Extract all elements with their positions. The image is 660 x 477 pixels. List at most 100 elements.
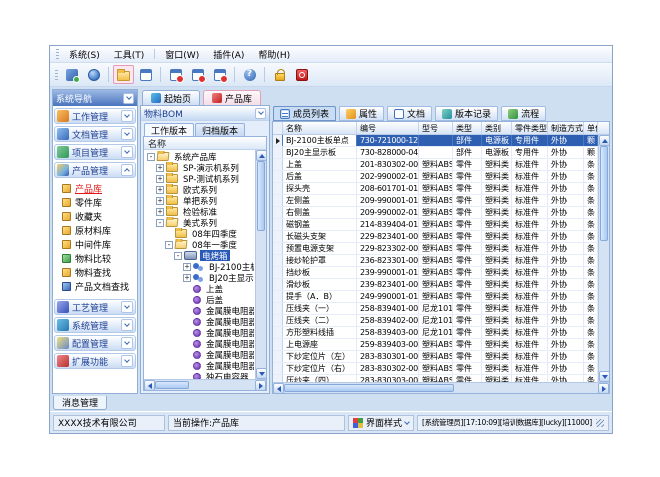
table-row[interactable]: 磁钢盖214-839404-01X塑料ABS零件塑料类标准件外协条 [273,219,598,231]
table-cell[interactable]: 条 [584,303,598,314]
table-cell[interactable]: 塑料类 [482,255,512,266]
message-tab[interactable]: 消息管理 [53,396,107,410]
table-cell[interactable]: 条 [584,219,598,230]
table-cell[interactable]: 条 [584,279,598,290]
tree-item[interactable]: + SP-测试机系列 [145,173,254,184]
table-cell[interactable]: 标准件 [512,351,548,362]
tree-column-header[interactable]: 名称 [144,137,266,150]
tree-expander[interactable]: + [183,263,191,271]
table-cell[interactable]: 209-990002-01X [357,207,419,218]
table-cell[interactable]: 塑料ABS [419,207,453,218]
table-row[interactable]: 长磁头支架229-823401-00X塑料ABS零件塑料类标准件外协条 [273,231,598,243]
table-cell[interactable]: 条 [584,231,598,242]
tree-item[interactable]: - 系统产品库 [145,151,254,162]
detail-tab[interactable]: 版本记录 [435,106,498,121]
toolbar-button-lock-icon[interactable] [269,65,290,84]
sidebar-pin-button[interactable] [123,93,134,104]
column-header[interactable]: 名称 [283,122,357,134]
table-cell[interactable]: 塑料ABS [419,183,453,194]
toolbar-button-exit-icon[interactable] [291,65,312,84]
menu-item[interactable]: 系统(S) [62,47,107,62]
table-row[interactable]: 探头壳208-601701-01X塑料ABS零件塑料类标准件外协条 [273,183,598,195]
sidebar-section-header[interactable]: 系统管理 [54,317,136,333]
table-row[interactable]: 挡纱板239-990001-01X塑料ABS零件塑料类标准件外协条 [273,267,598,279]
tree-expander[interactable] [183,296,191,304]
table-cell[interactable]: 塑料类 [482,291,512,302]
table-cell[interactable]: 外协 [548,291,584,302]
table-cell[interactable]: 下纱定位片（左） [283,351,357,362]
table-cell[interactable]: 外协 [548,207,584,218]
document-tab[interactable]: 起始页 [142,90,200,105]
version-tab[interactable]: 归档版本 [195,123,245,136]
table-cell[interactable]: 长磁头支架 [283,231,357,242]
table-cell[interactable]: 零件 [453,207,482,218]
table-cell[interactable]: 标准件 [512,219,548,230]
table-cell[interactable]: 标准件 [512,327,548,338]
table-cell[interactable]: 下纱定位片（右） [283,363,357,374]
table-cell[interactable]: 标准件 [512,195,548,206]
table-cell[interactable]: 214-839404-01X [357,219,419,230]
menu-grip[interactable] [56,49,59,59]
table-cell[interactable]: 条 [584,171,598,182]
tree-item[interactable]: 金属膜电阻器 [145,360,254,371]
table-cell[interactable]: 塑料类 [482,183,512,194]
table-cell[interactable]: 零件 [453,279,482,290]
table-cell[interactable]: 259-839403-00X [357,339,419,350]
sidebar-section-header[interactable]: 产品管理 [54,162,136,178]
table-cell[interactable]: 零件 [453,375,482,382]
tree-item[interactable]: - 08年一季度 [145,239,254,250]
table-cell[interactable]: 塑料类 [482,195,512,206]
table-cell[interactable]: 外协 [548,255,584,266]
section-expand-button[interactable] [121,319,133,331]
table-cell[interactable]: 零件 [453,171,482,182]
menu-item[interactable]: 插件(A) [206,47,251,62]
table-cell[interactable]: 专用件 [512,147,548,158]
table-cell[interactable]: 条 [584,291,598,302]
tree-item[interactable]: 上盖 [145,283,254,294]
table-row[interactable]: 后盖202-990002-01X塑料ABS零件塑料类标准件外协条 [273,171,598,183]
section-expand-button[interactable] [121,301,133,313]
table-cell[interactable]: 条 [584,243,598,254]
table-cell[interactable]: 外协 [548,339,584,350]
table-cell[interactable]: 条 [584,351,598,362]
table-cell[interactable]: 零件 [453,339,482,350]
table-cell[interactable]: 零件 [453,255,482,266]
tree-expander[interactable]: + [183,274,191,282]
table-row[interactable]: BJ-2100主板单点730-721000-12X部件电源板专用件外协颗 [273,135,598,147]
table-cell[interactable]: 条 [584,363,598,374]
tree-item[interactable]: + SP-演示机系列 [145,162,254,173]
table-cell[interactable]: 283-830303-00X [357,375,419,382]
table-cell[interactable]: 塑料ABS [419,231,453,242]
table-cell[interactable]: 塑料ABS [419,363,453,374]
sidebar-item-5[interactable]: 中间件库 [53,237,137,251]
tree-item[interactable]: - 美式系列 [145,217,254,228]
menu-item[interactable]: 窗口(W) [158,47,206,62]
table-cell[interactable]: 塑料ABS [419,243,453,254]
tree-expander[interactable]: + [156,186,164,194]
tree-expander[interactable]: + [156,164,164,172]
tree-expander[interactable] [183,329,191,337]
table-cell[interactable]: 塑料类 [482,219,512,230]
tree-item[interactable]: + BJ20主显示板 [145,272,254,283]
bom-pin-button[interactable] [255,108,266,119]
table-cell[interactable]: 塑料类 [482,267,512,278]
table-cell[interactable]: BJ20主显示板 [283,147,357,158]
tree-expander[interactable]: - [165,241,173,249]
table-row[interactable]: 压线夹（二）258-839402-00X尼龙1010零件塑料类标准件外协条 [273,315,598,327]
table-cell[interactable]: 塑料ABS [419,219,453,230]
table-cell[interactable]: 塑料ABS [419,351,453,362]
table-cell[interactable]: 229-823302-00X [357,243,419,254]
scroll-left-button[interactable] [273,383,284,394]
table-cell[interactable]: 后盖 [283,171,357,182]
toolbar-button-help-icon[interactable] [239,65,260,84]
table-cell[interactable]: 条 [584,207,598,218]
table-cell[interactable]: 塑料类 [482,327,512,338]
toolbar-button-desktop-icon[interactable] [61,65,82,84]
table-row[interactable]: 右侧盖209-990002-01X塑料ABS零件塑料类标准件外协条 [273,207,598,219]
table-cell[interactable]: 塑料类 [482,207,512,218]
tree-expander[interactable] [183,285,191,293]
toolbar-button-window-grid-icon[interactable] [135,65,156,84]
table-cell[interactable]: 零件 [453,303,482,314]
table-cell[interactable]: 塑料类 [482,375,512,382]
table-cell[interactable]: 外协 [548,147,584,158]
